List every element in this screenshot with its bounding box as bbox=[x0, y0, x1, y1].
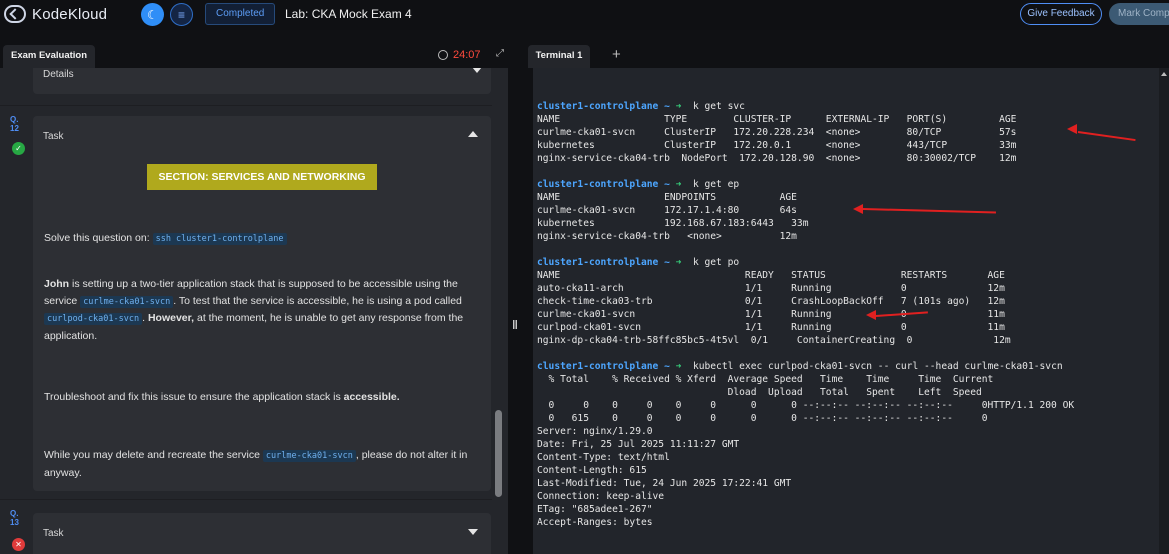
solve-instruction: Solve this question on: ssh cluster1-con… bbox=[44, 230, 484, 248]
terminal-output-line: NAME READY STATUS RESTARTS AGE bbox=[537, 270, 1005, 281]
give-feedback-button[interactable]: Give Feedback bbox=[1020, 3, 1102, 25]
chevron-down-icon[interactable] bbox=[468, 529, 478, 535]
tab-exam-evaluation[interactable]: Exam Evaluation bbox=[3, 45, 95, 68]
terminal-command: kubectl exec curlpod-cka01-svcn -- curl … bbox=[681, 361, 1063, 372]
task-label: Task bbox=[43, 131, 64, 142]
terminal-output-line: nginx-service-cka04-trb <none> 12m bbox=[537, 231, 797, 242]
terminal-output-line: nginx-dp-cka04-trb-58ffc85bc5-4t5vl 0/1 … bbox=[537, 335, 1011, 346]
logo[interactable]: KodeKloud bbox=[4, 5, 107, 23]
terminal-prompt: cluster1-controlplane ~ bbox=[537, 101, 676, 112]
chevron-up-icon[interactable] bbox=[468, 131, 478, 137]
troubleshoot-instruction: Troubleshoot and fix this issue to ensur… bbox=[44, 391, 400, 403]
terminal-prompt: cluster1-controlplane ~ bbox=[537, 179, 676, 190]
terminal-output-line: Last-Modified: Tue, 24 Jun 2025 17:22:41… bbox=[537, 478, 792, 489]
mark-complete-button[interactable]: Mark Comp bbox=[1109, 3, 1169, 25]
question-number-12: Q. 12 bbox=[10, 115, 19, 133]
terminal-output-line: Accept-Ranges: bytes bbox=[537, 517, 653, 528]
split-handle-icon[interactable]: ‖ bbox=[512, 318, 518, 332]
terminal-command: k get po bbox=[681, 257, 740, 268]
terminal-command: k get svc bbox=[681, 101, 745, 112]
terminal-output-line: ETag: "685adee1-267" bbox=[537, 504, 653, 515]
status-badge[interactable]: Completed bbox=[205, 3, 276, 25]
terminal-output-line: curlme-cka01-svcn 172.17.1.4:80 64s bbox=[537, 205, 797, 216]
annotation-arrow-head bbox=[853, 204, 863, 214]
task-card-12: Task SECTION: SERVICES AND NETWORKING So… bbox=[33, 116, 491, 491]
terminal-output-line: Content-Type: text/html bbox=[537, 452, 670, 463]
terminal-output-line: nginx-service-cka04-trb NodePort 172.20.… bbox=[537, 153, 1017, 164]
terminal-tab-bar: Terminal 1 + bbox=[522, 44, 1169, 68]
left-tab-bar: Exam Evaluation bbox=[0, 44, 508, 68]
exam-panel: Details Q. 12 ✓ Task SECTION: SERVICES AN… bbox=[0, 68, 508, 554]
task-card-13[interactable]: Task bbox=[33, 513, 491, 554]
terminal-output-line: Date: Fri, 25 Jul 2025 11:11:27 GMT bbox=[537, 439, 740, 450]
terminal-output-line: Server: nginx/1.29.0 bbox=[537, 426, 653, 437]
terminal-command-line: cluster1-controlplane ~ ➜ k get ep bbox=[537, 178, 739, 191]
task-description: John is setting up a two-tier applicatio… bbox=[44, 278, 464, 342]
pod-name-code[interactable]: curlpod-cka01-svcn bbox=[44, 313, 143, 325]
moon-icon: ☾ bbox=[147, 7, 158, 22]
terminal-output-line: NAME TYPE CLUSTER-IP EXTERNAL-IP PORT(S)… bbox=[537, 114, 1017, 125]
terminal-output-line: Dload Upload Total Spent Left Speed bbox=[537, 387, 982, 398]
top-bar: KodeKloud ☾ ≡ Completed Lab: CKA Mock Ex… bbox=[0, 0, 1169, 30]
terminal-command-line: cluster1-controlplane ~ ➜ k get svc bbox=[537, 100, 745, 113]
theme-toggle-button[interactable]: ☾ bbox=[141, 3, 164, 26]
section-banner: SECTION: SERVICES AND NETWORKING bbox=[147, 164, 377, 190]
menu-button[interactable]: ≡ bbox=[170, 3, 193, 26]
annotation-arrow-head bbox=[1067, 124, 1077, 134]
service-name-code[interactable]: curlme-cka01-svcn bbox=[80, 295, 174, 308]
terminal-output-line: check-time-cka03-trb 0/1 CrashLoopBackOf… bbox=[537, 296, 1005, 307]
task-label: Task bbox=[43, 528, 64, 539]
check-icon: ✓ bbox=[12, 142, 25, 155]
details-card[interactable]: Details bbox=[33, 68, 491, 94]
x-icon: ✕ bbox=[12, 538, 25, 551]
chevron-down-icon[interactable] bbox=[472, 68, 482, 73]
divider bbox=[0, 105, 492, 106]
terminal[interactable]: cluster1-controlplane ~ ➜ k get svc NAME … bbox=[533, 68, 1169, 554]
terminal-output-line: 0 615 0 0 0 0 0 0 --:--:-- --:--:-- --:-… bbox=[537, 413, 988, 424]
lab-title: Lab: CKA Mock Exam 4 bbox=[285, 7, 412, 21]
add-terminal-icon[interactable]: + bbox=[612, 46, 621, 63]
terminal-output-line: Content-Length: 615 bbox=[537, 465, 647, 476]
timer-value: 24:07 bbox=[453, 49, 481, 61]
terminal-output-line: curlme-cka01-svcn 1/1 Running 0 11m bbox=[537, 309, 1005, 320]
terminal-output-line: NAME ENDPOINTS AGE bbox=[537, 192, 797, 203]
terminal-scrollbar[interactable] bbox=[1159, 68, 1169, 554]
tab-terminal-1[interactable]: Terminal 1 bbox=[528, 45, 590, 68]
kodekloud-logo-icon bbox=[4, 5, 26, 23]
terminal-output-line: 0 0 0 0 0 0 0 0 --:--:-- --:--:-- --:--:… bbox=[537, 400, 1075, 411]
expand-icon[interactable]: ⤢ bbox=[496, 48, 504, 59]
divider bbox=[0, 499, 492, 500]
terminal-output-line: Connection: keep-alive bbox=[537, 491, 665, 502]
annotation-arrow-head bbox=[866, 310, 876, 320]
terminal-command-line: cluster1-controlplane ~ ➜ k get po bbox=[537, 256, 739, 269]
terminal-output-line: kubernetes ClusterIP 172.20.0.1 <none> 4… bbox=[537, 140, 1017, 151]
annotation-arrow bbox=[1077, 131, 1136, 142]
annotation-arrow bbox=[862, 208, 996, 214]
terminal-output-line: curlme-cka01-svcn ClusterIP 172.20.228.2… bbox=[537, 127, 1017, 138]
stopwatch-icon bbox=[438, 50, 448, 60]
terminal-prompt: cluster1-controlplane ~ bbox=[537, 361, 676, 372]
scroll-up-icon[interactable] bbox=[1161, 72, 1167, 76]
panel-scrollbar[interactable] bbox=[495, 410, 502, 497]
terminal-output-line: % Total % Received % Xferd Average Speed… bbox=[537, 374, 994, 385]
terminal-output-line: auto-cka11-arch 1/1 Running 0 12m bbox=[537, 283, 1005, 294]
ssh-command[interactable]: ssh cluster1-controlplane bbox=[152, 233, 287, 245]
terminal-command: k get ep bbox=[681, 179, 740, 190]
terminal-prompt: cluster1-controlplane ~ bbox=[537, 257, 676, 268]
constraint-note: While you may delete and recreate the se… bbox=[44, 449, 468, 479]
logo-text: KodeKloud bbox=[32, 5, 108, 23]
details-label: Details bbox=[43, 69, 74, 80]
terminal-output-line: curlpod-cka01-svcn 1/1 Running 0 11m bbox=[537, 322, 1005, 333]
terminal-output-line: kubernetes 192.168.67.183:6443 33m bbox=[537, 218, 809, 229]
terminal-command-line: cluster1-controlplane ~ ➜ kubectl exec c… bbox=[537, 360, 1063, 373]
question-number-13: Q. 13 bbox=[10, 509, 19, 527]
list-icon: ≡ bbox=[177, 7, 185, 22]
exam-timer: 24:07 bbox=[438, 49, 481, 61]
service-name-code-2[interactable]: curlme-cka01-svcn bbox=[262, 450, 356, 462]
